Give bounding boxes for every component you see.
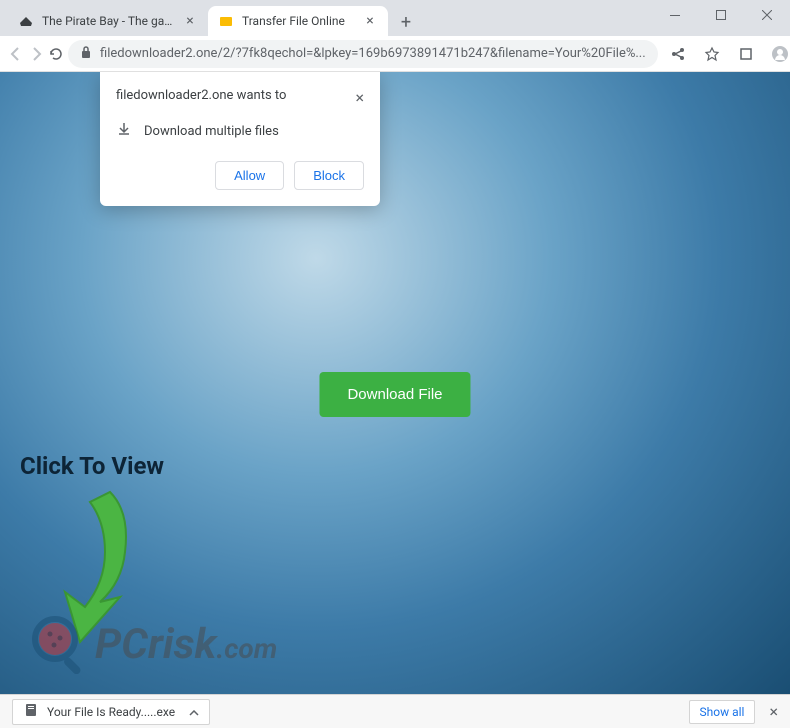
share-icon[interactable] bbox=[662, 40, 694, 68]
back-button[interactable] bbox=[8, 40, 24, 68]
lock-icon bbox=[80, 45, 92, 63]
permission-popup: filedownloader2.one wants to × Download … bbox=[100, 72, 380, 206]
allow-button[interactable]: Allow bbox=[215, 161, 284, 190]
file-icon bbox=[23, 702, 39, 721]
new-tab-button[interactable]: + bbox=[392, 8, 420, 36]
download-item[interactable]: Your File Is Ready.....exe bbox=[12, 699, 210, 725]
bookmark-icon[interactable] bbox=[696, 40, 728, 68]
watermark-text: PCrisk.com bbox=[95, 620, 277, 669]
download-filename: Your File Is Ready.....exe bbox=[47, 705, 175, 719]
permission-title: filedownloader2.one wants to bbox=[116, 88, 286, 103]
tab-close-icon[interactable]: × bbox=[182, 13, 198, 29]
magnifier-icon bbox=[30, 614, 90, 674]
close-icon[interactable]: × bbox=[769, 702, 778, 721]
toolbar: filedownloader2.one/2/?7fk8qechol=&lpkey… bbox=[0, 36, 790, 72]
tab-transfer-file[interactable]: Transfer File Online × bbox=[208, 6, 388, 36]
tab-close-icon[interactable]: × bbox=[362, 13, 378, 29]
show-all-button[interactable]: Show all bbox=[689, 700, 756, 724]
folder-icon bbox=[218, 13, 234, 29]
window-controls bbox=[652, 0, 790, 30]
click-to-view-label: Click To View bbox=[20, 452, 164, 480]
tab-title: The Pirate Bay - The galaxy's mo... bbox=[42, 14, 174, 28]
chevron-up-icon[interactable] bbox=[189, 705, 199, 719]
ship-icon bbox=[18, 13, 34, 29]
download-file-button[interactable]: Download File bbox=[319, 372, 470, 417]
download-bar: Your File Is Ready.....exe Show all × bbox=[0, 694, 790, 728]
address-bar[interactable]: filedownloader2.one/2/?7fk8qechol=&lpkey… bbox=[68, 40, 658, 68]
close-icon[interactable]: × bbox=[355, 88, 364, 107]
reload-button[interactable] bbox=[48, 40, 64, 68]
download-icon bbox=[116, 121, 132, 141]
toolbar-right bbox=[662, 40, 790, 68]
close-window-button[interactable] bbox=[744, 0, 790, 30]
permission-body: Download multiple files bbox=[144, 124, 279, 139]
forward-button[interactable] bbox=[28, 40, 44, 68]
tab-pirate-bay[interactable]: The Pirate Bay - The galaxy's mo... × bbox=[8, 6, 208, 36]
url-text: filedownloader2.one/2/?7fk8qechol=&lpkey… bbox=[100, 46, 646, 61]
profile-icon[interactable] bbox=[764, 40, 790, 68]
watermark: PCrisk.com bbox=[30, 614, 277, 674]
block-button[interactable]: Block bbox=[294, 161, 364, 190]
page-content: filedownloader2.one wants to × Download … bbox=[0, 72, 790, 694]
tab-title: Transfer File Online bbox=[242, 14, 354, 28]
maximize-button[interactable] bbox=[698, 0, 744, 30]
extensions-icon[interactable] bbox=[730, 40, 762, 68]
minimize-button[interactable] bbox=[652, 0, 698, 30]
